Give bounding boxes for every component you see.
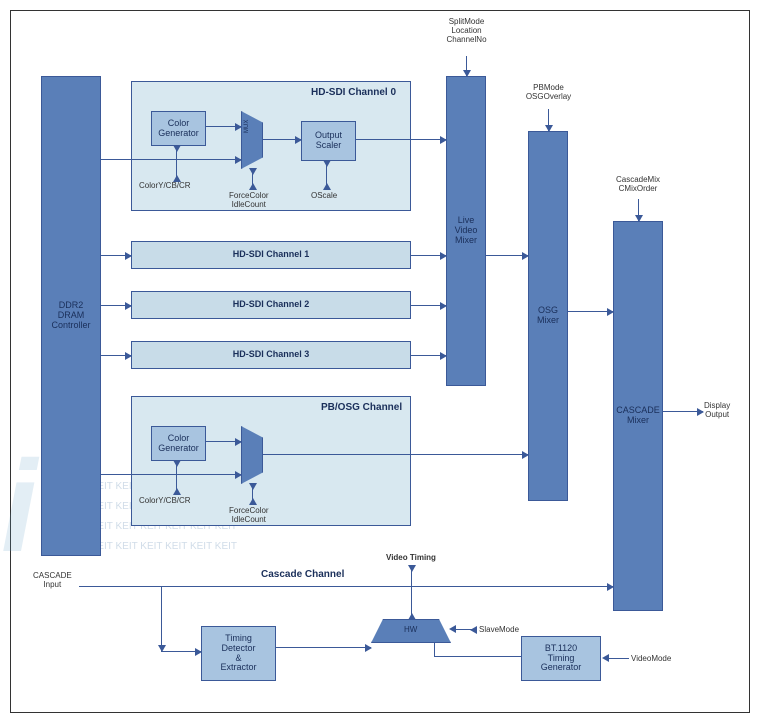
osgmixer-label: OSG Mixer <box>537 306 559 326</box>
cascademixer-label: CASCADE Mixer <box>616 406 660 426</box>
ddr2-label: DDR2 DRAM Controller <box>51 301 90 331</box>
hw-label: HW <box>404 625 417 634</box>
ch2-label: HD-SDI Channel 2 <box>233 300 310 310</box>
cascademix-arrow <box>638 199 639 221</box>
arr-display-out <box>663 411 703 412</box>
arr-ddr-ch0 <box>101 159 241 160</box>
arr-cascade-input <box>79 586 613 587</box>
arr-timingdet-hw <box>276 647 371 648</box>
arr-ddr-ch2 <box>101 305 131 306</box>
color-generator-2: Color Generator <box>151 426 206 461</box>
ddr2-dram-controller: DDR2 DRAM Controller <box>41 76 101 556</box>
cascade-input-label: CASCADE Input <box>33 571 72 589</box>
timing-detector: Timing Detector & Extractor <box>201 626 276 681</box>
colorycbcr2-label: ColorY/CB/CR <box>139 496 191 505</box>
osg-mixer: OSG Mixer <box>528 131 568 501</box>
cascade-channel-label: Cascade Channel <box>261 569 344 580</box>
arr-mux-scaler <box>263 139 301 140</box>
colorycbcr2-arrow <box>176 461 177 494</box>
arr-pbosg-out <box>263 454 528 455</box>
arr-ch2-out <box>411 305 446 306</box>
arr-osg-cascade <box>568 311 613 312</box>
arr-to-timingdet <box>161 651 201 652</box>
pbosg-title: PB/OSG Channel <box>321 402 402 413</box>
forcecolor-arrow <box>252 169 253 189</box>
forcecolor-label: ForceColor IdleCount <box>229 191 269 209</box>
forcecolor2-label: ForceColor IdleCount <box>229 506 269 524</box>
videotiming-arrow <box>411 566 412 619</box>
videotiming-label: Video Timing <box>386 553 436 562</box>
arr-ch1-out <box>411 255 446 256</box>
arr-ddr-ch1 <box>101 255 131 256</box>
color-generator-0: Color Generator <box>151 111 206 146</box>
arr-live-osg <box>486 255 528 256</box>
arr-ddr-ch3 <box>101 355 131 356</box>
splitmode-arrow <box>466 56 467 76</box>
livemixer-label: Live Video Mixer <box>455 216 478 246</box>
bt1120-label: BT.1120 Timing Generator <box>541 644 582 674</box>
oscale-arrow <box>326 161 327 189</box>
colorycbcr-label: ColorY/CB/CR <box>139 181 191 190</box>
mux-0-label: MUX <box>244 120 250 133</box>
arr-colorgen2-mux <box>206 441 241 442</box>
slavemode-label: SlaveMode <box>479 625 519 634</box>
outscaler-label: Output Scaler <box>315 131 342 151</box>
hdsdi-ch1: HD-SDI Channel 1 <box>131 241 411 269</box>
cascademix-label: CascadeMix CMixOrder <box>607 175 669 193</box>
cascade-mixer: CASCADE Mixer <box>613 221 663 611</box>
oscale-label: OScale <box>311 191 337 200</box>
hdsdi-ch2: HD-SDI Channel 2 <box>131 291 411 319</box>
hdsdi-ch3: HD-SDI Channel 3 <box>131 341 411 369</box>
display-output-label: Display Output <box>704 401 730 419</box>
forcecolor2-arrow <box>252 484 253 504</box>
colorycbcr-arrow <box>176 146 177 181</box>
bt1120-generator: BT.1120 Timing Generator <box>521 636 601 681</box>
arr-ch3-out <box>411 355 446 356</box>
live-video-mixer: Live Video Mixer <box>446 76 486 386</box>
colorgen-label: Color Generator <box>158 119 199 139</box>
branch-to-timing <box>161 586 162 651</box>
hdsdi-ch0-title: HD-SDI Channel 0 <box>311 87 396 98</box>
arr-scaler-out <box>356 139 446 140</box>
timingdet-label: Timing Detector & Extractor <box>220 634 256 674</box>
arr-ddr-pbosg <box>101 474 241 475</box>
pbmode-label: PBMode OSGOverlay <box>521 83 576 101</box>
ch1-label: HD-SDI Channel 1 <box>233 250 310 260</box>
videomode-label: VideoMode <box>631 654 671 663</box>
colorgen2-label: Color Generator <box>158 434 199 454</box>
splitmode-label: SplitMode Location ChannelNo <box>439 17 494 44</box>
ch3-label: HD-SDI Channel 3 <box>233 350 310 360</box>
output-scaler: Output Scaler <box>301 121 356 161</box>
pbmode-arrow <box>548 109 549 131</box>
arr-colorgen-mux <box>206 126 241 127</box>
